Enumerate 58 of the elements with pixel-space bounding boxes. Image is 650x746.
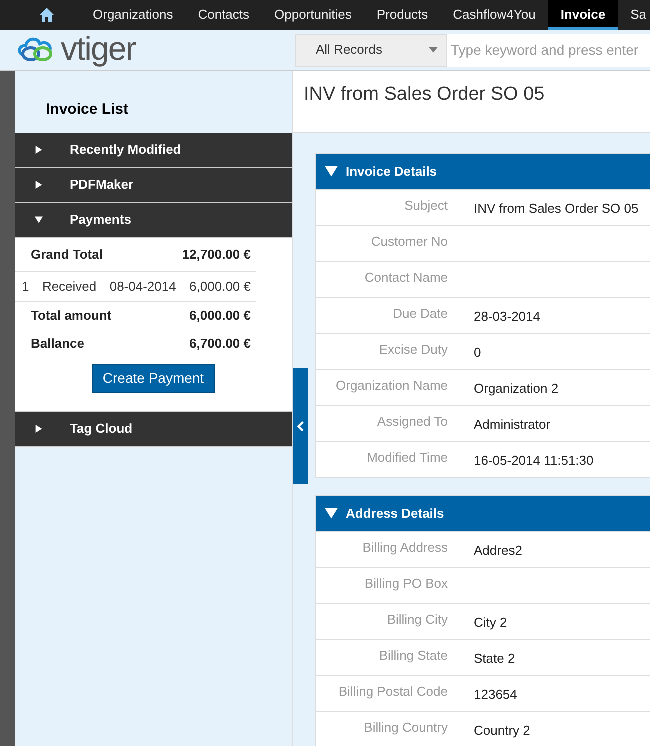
logo-text: vtiger (61, 32, 136, 64)
field-value: INV from Sales Order SO 05 (473, 200, 639, 218)
total-label: Total amount (31, 307, 112, 326)
field-label: Assigned To (377, 413, 449, 431)
field-value: State 2 (473, 650, 516, 668)
nav-tab[interactable]: Sa (618, 0, 647, 30)
record-title: INV from Sales Order SO 05 (293, 71, 650, 133)
nav-tab[interactable]: Opportunities (262, 0, 364, 30)
field-label: Organization Name (336, 377, 449, 395)
filter-dropdown[interactable]: All Records (295, 34, 447, 66)
field-value: Organization 2 (473, 380, 559, 398)
create-payment-button[interactable]: Create Payment (92, 364, 216, 393)
field-label: Customer No (371, 233, 449, 251)
total-value: 6,000.00 € (190, 307, 251, 326)
field-label: Billing State (379, 647, 449, 665)
field-value: 123654 (473, 686, 518, 704)
field-value: Addres2 (473, 542, 522, 560)
field-label: Billing PO Box (364, 575, 449, 593)
field-value: 0 (473, 344, 482, 362)
card-header[interactable]: Address Details (316, 496, 650, 531)
payment-amount: 6,000.00 € (190, 278, 251, 296)
total-label: Ballance (31, 335, 84, 354)
payment-date: 08-04-2014 (110, 278, 176, 296)
grand-total-label: Grand Total (31, 246, 103, 264)
field-label: Subject (404, 197, 449, 215)
grand-total-value: 12,700.00 € (182, 246, 251, 264)
nav-tab[interactable]: Products (364, 0, 440, 30)
sidebar-title: Invoice List (45, 100, 130, 120)
card-header[interactable]: Invoice Details (316, 154, 650, 189)
sidebar-section[interactable]: Recently Modified (15, 133, 292, 168)
field-label: Due Date (393, 305, 449, 323)
search-field[interactable]: Type keyword and press enter (447, 34, 650, 66)
field-value: City 2 (473, 614, 508, 632)
nav-tab[interactable]: Contacts (185, 0, 262, 30)
home-icon[interactable] (39, 7, 55, 23)
field-label: Billing City (387, 611, 449, 629)
total-value: 6,700.00 € (190, 335, 251, 354)
payment-number: 1 (22, 278, 30, 296)
nav-tab[interactable]: Cashflow4You (440, 0, 548, 30)
field-label: Modified Time (367, 449, 449, 467)
field-label: Billing Address (362, 539, 449, 557)
field-label: Billing Postal Code (338, 683, 449, 701)
payment-status: Received (42, 278, 97, 296)
nav-tab[interactable]: Invoice (548, 0, 618, 30)
chevron-left-icon (297, 420, 304, 432)
sidebar-section[interactable]: PDFMaker (15, 168, 292, 203)
field-value: Administrator (473, 416, 551, 434)
field-value: 16-05-2014 11:51:30 (473, 452, 594, 470)
field-label: Excise Duty (379, 341, 449, 359)
caret-icon (429, 47, 438, 53)
sidebar-section[interactable]: Payments (15, 203, 292, 238)
field-value: Country 2 (473, 722, 530, 740)
field-value: 28-03-2014 (473, 308, 540, 326)
field-label: Billing Country (364, 719, 449, 737)
collapse-handle[interactable] (293, 368, 308, 484)
nav-tab[interactable]: Organizations (80, 0, 186, 30)
field-label: Contact Name (364, 269, 449, 287)
sidebar-section[interactable]: Tag Cloud (15, 412, 292, 447)
